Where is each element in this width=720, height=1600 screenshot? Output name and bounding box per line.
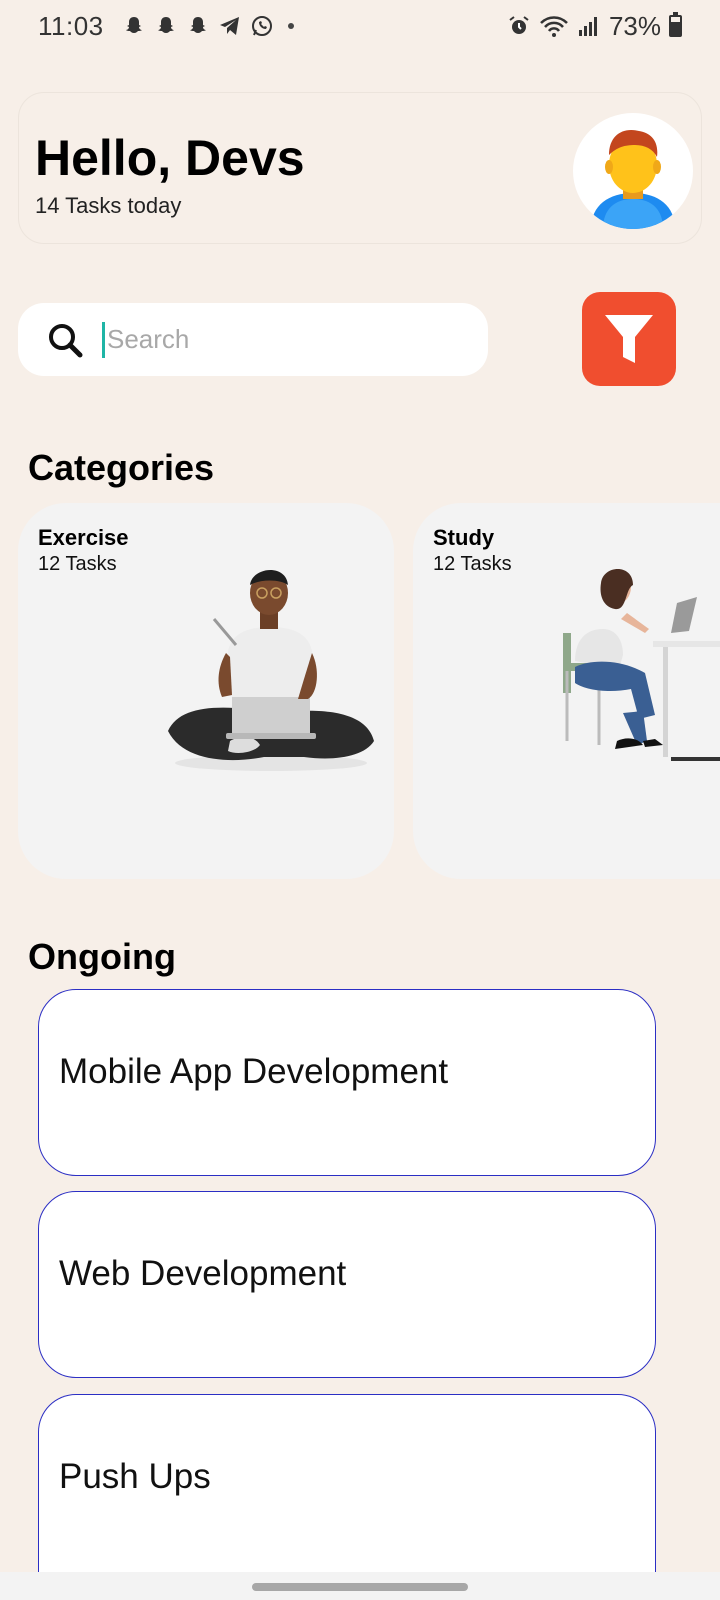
filter-button[interactable] [582,292,676,386]
alarm-icon [509,16,529,34]
home-gesture-handle[interactable] [252,1583,468,1591]
snapchat-icon [157,17,174,33]
battery-icon [669,12,682,37]
category-task-count: 12 Tasks [433,553,512,575]
task-title: Push Ups [59,1457,211,1496]
search-icon [49,323,83,357]
search-input[interactable] [107,324,437,355]
search-bar[interactable] [18,303,488,376]
user-avatar-icon [591,130,675,229]
person-at-desk-illustration [563,569,720,761]
notification-dot [287,23,294,29]
battery-percentage: 73% [608,10,661,41]
greeting-card: Hello, Devs 14 Tasks today [18,92,702,244]
category-name: Study [433,525,495,550]
status-time: 11:03 [38,10,104,41]
wifi-icon [540,16,568,37]
task-card-push-ups[interactable]: Push Ups [38,1394,656,1572]
signal-icon [578,17,597,36]
snapchat-icon [125,17,142,33]
whatsapp-icon [251,16,272,36]
snapchat-icon [189,17,206,33]
category-name: Exercise [38,525,129,550]
categories-heading: Categories [28,447,215,488]
filter-icon [605,315,653,363]
task-title: Web Development [59,1254,347,1293]
status-left: 11:03 [38,11,294,42]
status-right: 73% [507,11,682,42]
status-bar: 11:03 73% [0,0,720,52]
task-card-web-development[interactable]: Web Development [38,1191,656,1378]
avatar[interactable] [573,113,693,229]
category-task-count: 12 Tasks [38,553,117,575]
person-with-laptop-illustration [168,569,374,771]
ongoing-heading: Ongoing [28,936,176,977]
tasks-today-count: 14 Tasks today [35,193,182,218]
telegram-icon [219,17,239,35]
category-card-study[interactable]: Study 12 Tasks [413,503,720,879]
task-title: Mobile App Development [59,1052,449,1091]
text-cursor [102,321,105,358]
category-card-exercise[interactable]: Exercise 12 Tasks [18,503,394,879]
greeting-title: Hello, Devs [35,130,305,186]
task-card-mobile-app-development[interactable]: Mobile App Development [38,989,656,1176]
